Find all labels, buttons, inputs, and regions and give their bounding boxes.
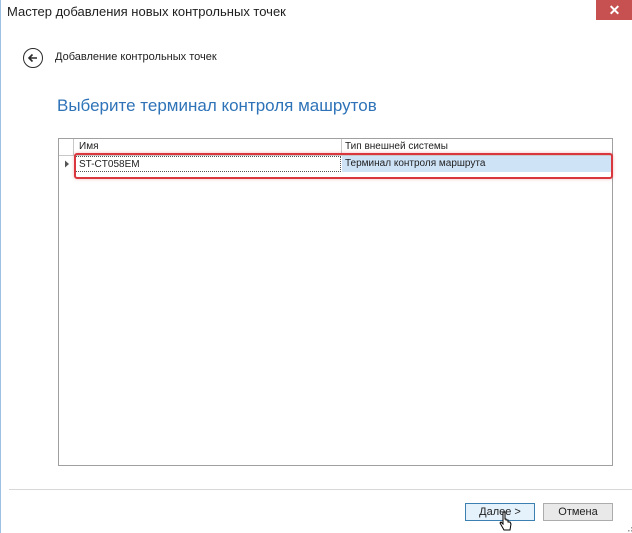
grid-header: Имя Тип внешней системы — [59, 139, 612, 156]
column-header-system-type[interactable]: Тип внешней системы — [345, 141, 448, 152]
back-button[interactable] — [23, 48, 43, 68]
cell-name[interactable]: ST-CT058EM — [75, 156, 341, 172]
close-button[interactable]: ✕ — [596, 0, 632, 20]
header-indicator-cell — [59, 139, 74, 155]
column-divider[interactable] — [341, 139, 342, 155]
page-heading: Выберите терминал контроля машрутов — [57, 96, 377, 115]
arrow-left-circle-icon — [27, 53, 37, 63]
row-indicator-icon — [59, 156, 74, 172]
table-row[interactable]: ST-CT058EM Терминал контроля маршрута — [59, 156, 612, 172]
resize-grip-icon[interactable] — [625, 524, 632, 532]
mouse-cursor-icon — [499, 511, 512, 531]
wizard-window: Мастер добавления новых контрольных точе… — [0, 0, 632, 533]
cancel-button[interactable]: Отмена — [543, 503, 613, 521]
cell-system-type[interactable]: Терминал контроля маршрута — [342, 156, 612, 172]
close-icon: ✕ — [608, 1, 621, 18]
step-title: Добавление контрольных точек — [55, 51, 217, 63]
footer-separator — [9, 489, 632, 490]
column-header-name[interactable]: Имя — [79, 141, 98, 152]
window-title: Мастер добавления новых контрольных точе… — [7, 4, 286, 19]
title-bar: Мастер добавления новых контрольных точе… — [1, 0, 632, 24]
terminals-grid[interactable]: Имя Тип внешней системы ST-CT058EM Терми… — [58, 138, 613, 466]
